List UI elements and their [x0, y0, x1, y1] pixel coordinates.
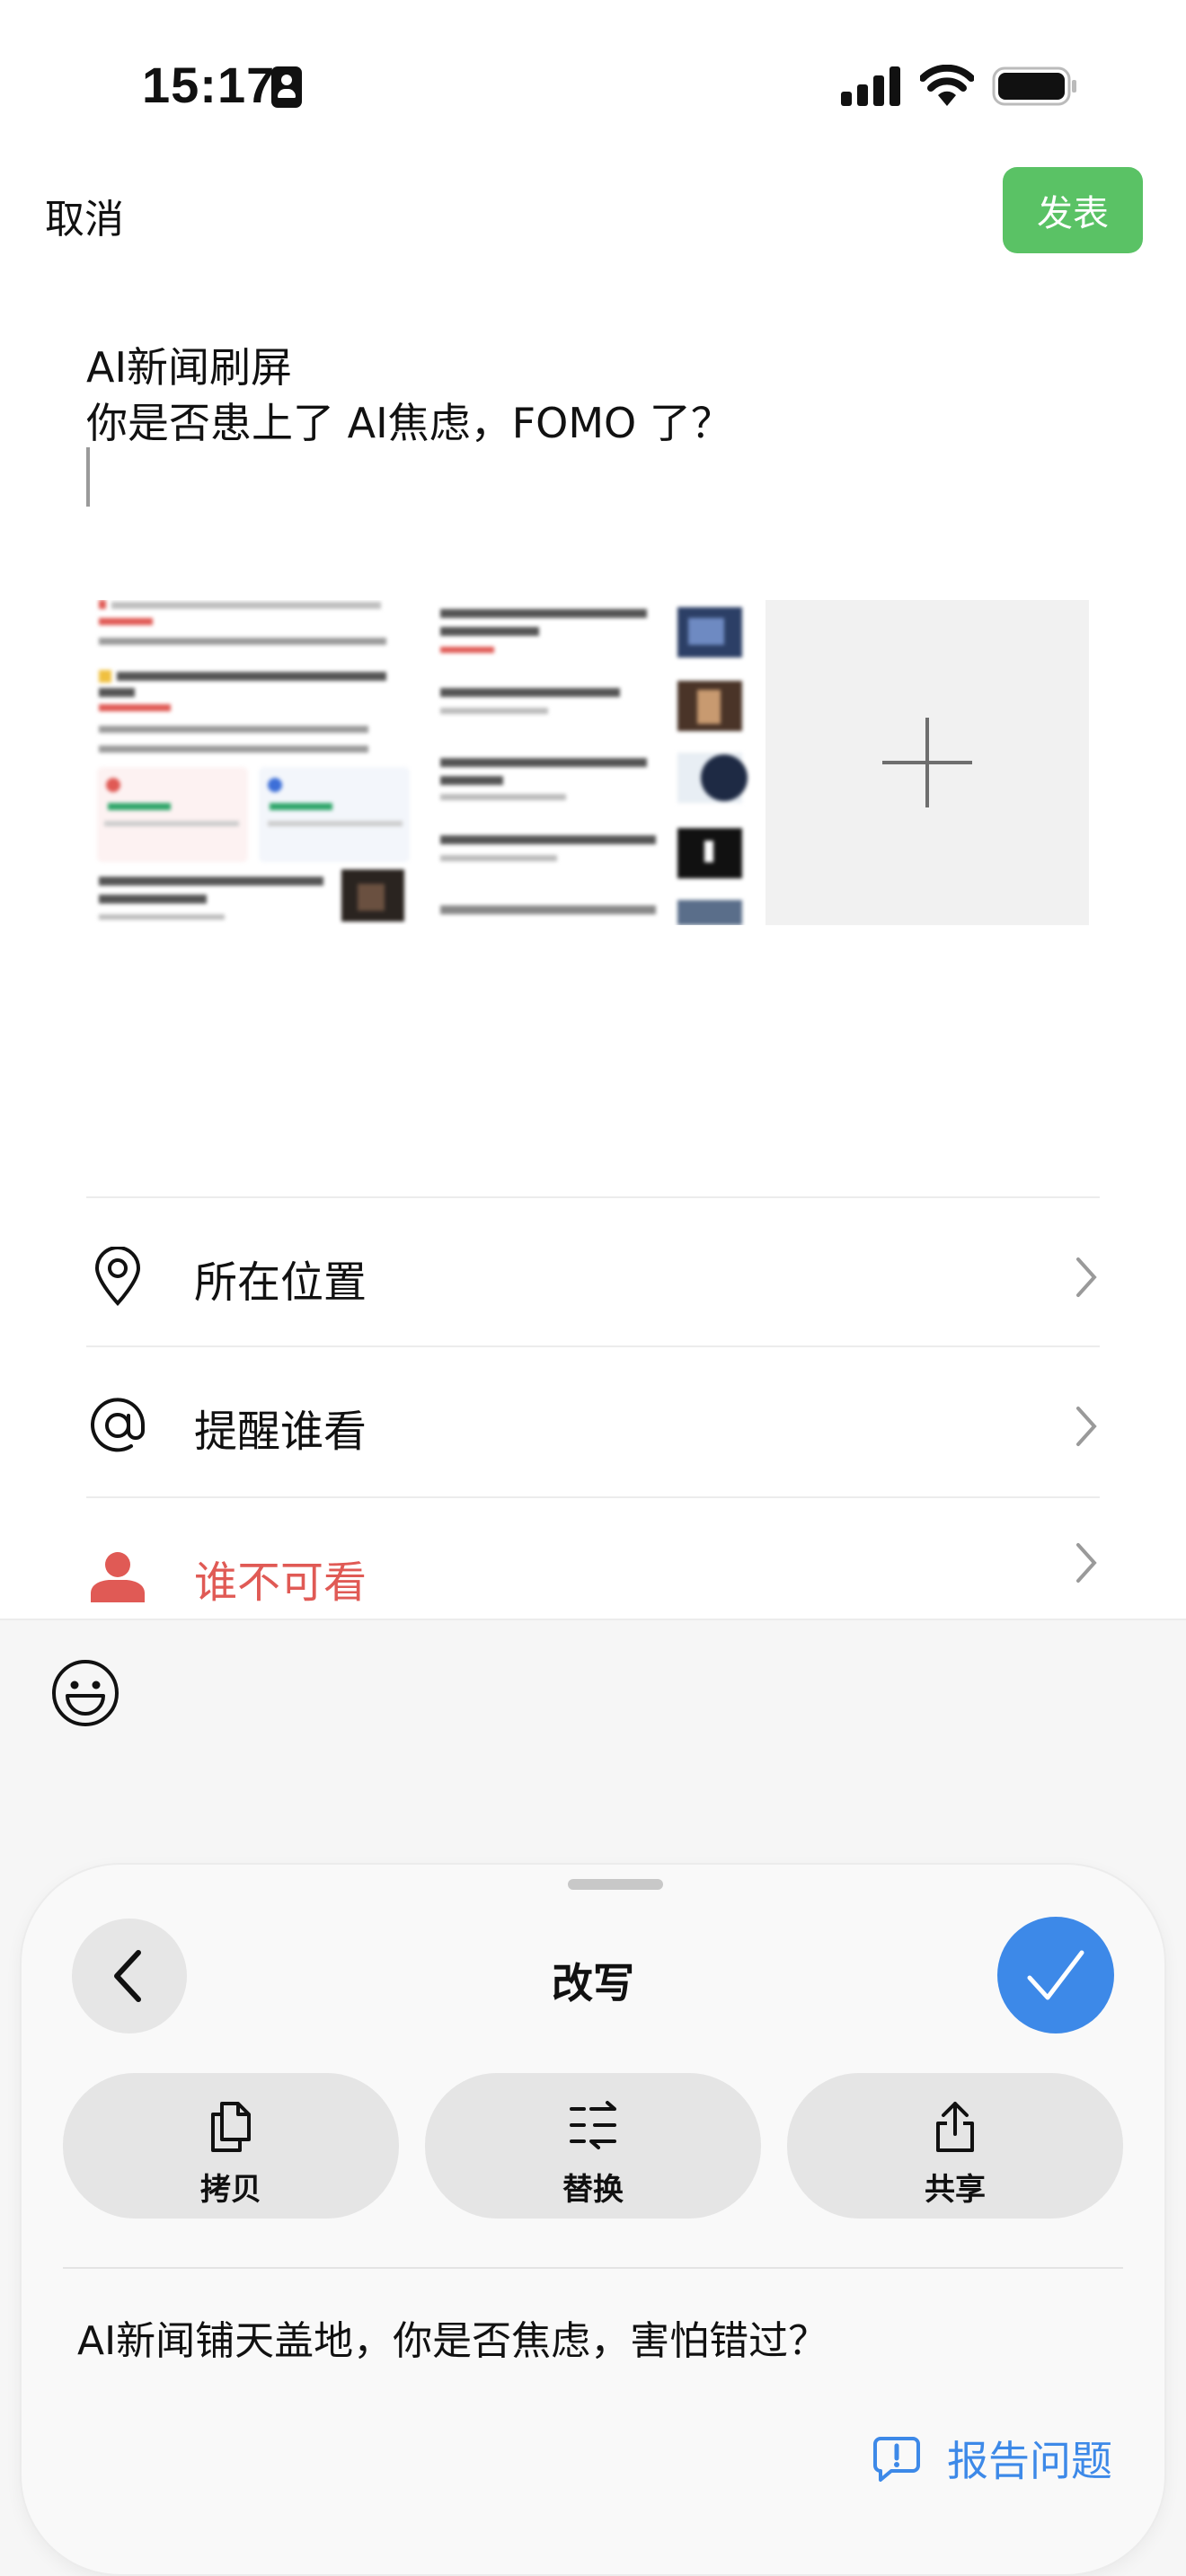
image-thumbnail[interactable]: [437, 600, 760, 925]
location-pin-icon: [86, 1245, 149, 1308]
share-button[interactable]: 共享: [787, 2073, 1123, 2219]
rewrite-result-text: AI新闻铺天盖地，你是否焦虑，害怕错过？: [77, 2318, 828, 2364]
add-image-button[interactable]: [766, 600, 1089, 925]
status-bar: 15:17: [0, 0, 1186, 171]
status-time: 15:17: [142, 57, 276, 113]
text-caret: [86, 447, 90, 507]
rewrite-sheet: 改写 拷贝 替换 共享 AI新闻铺天盖地，你是否焦虑，害怕错过？ 报告问题: [22, 1865, 1164, 2574]
replace-button[interactable]: 替换: [425, 2073, 761, 2219]
publish-button[interactable]: 发表: [1003, 167, 1143, 253]
copy-icon: [211, 2102, 251, 2152]
emoji-icon[interactable]: [50, 1658, 120, 1728]
location-row[interactable]: 所在位置: [86, 1198, 1100, 1349]
divider: [63, 2267, 1123, 2269]
sheet-grabber[interactable]: [568, 1879, 663, 1890]
sheet-title: 改写: [552, 1959, 634, 2007]
replace-icon: [570, 2101, 616, 2149]
hide-from-label: 谁不可看: [194, 1557, 367, 1608]
report-issue-label: 报告问题: [947, 2437, 1112, 2485]
chevron-right-icon: [1076, 1257, 1097, 1297]
chevron-right-icon: [1076, 1407, 1097, 1446]
chevron-right-icon: [1076, 1543, 1097, 1583]
battery-icon: [992, 66, 1076, 106]
report-bubble-icon: [873, 2437, 920, 2482]
share-label: 共享: [925, 2172, 986, 2208]
copy-button[interactable]: 拷贝: [63, 2073, 399, 2219]
cellular-signal-icon: [841, 66, 900, 106]
person-icon: [86, 1545, 149, 1608]
mention-row[interactable]: 提醒谁看: [86, 1347, 1100, 1498]
post-text-input[interactable]: AI新闻刷屏 你是否患上了 AI焦虑，FOMO 了？: [86, 340, 732, 451]
cancel-button[interactable]: 取消: [45, 187, 124, 244]
mention-label: 提醒谁看: [194, 1407, 367, 1457]
replace-label: 替换: [562, 2172, 624, 2208]
checkmark-icon: [1027, 1950, 1084, 2000]
location-label: 所在位置: [194, 1257, 367, 1308]
image-thumbnail[interactable]: [92, 600, 415, 925]
contact-card-icon: [271, 66, 302, 108]
confirm-button[interactable]: [997, 1917, 1114, 2033]
share-icon: [936, 2102, 974, 2152]
report-issue-link[interactable]: 报告问题: [872, 2430, 1112, 2486]
at-sign-icon: [86, 1394, 149, 1457]
wifi-icon: [920, 65, 974, 106]
copy-label: 拷贝: [200, 2172, 261, 2208]
